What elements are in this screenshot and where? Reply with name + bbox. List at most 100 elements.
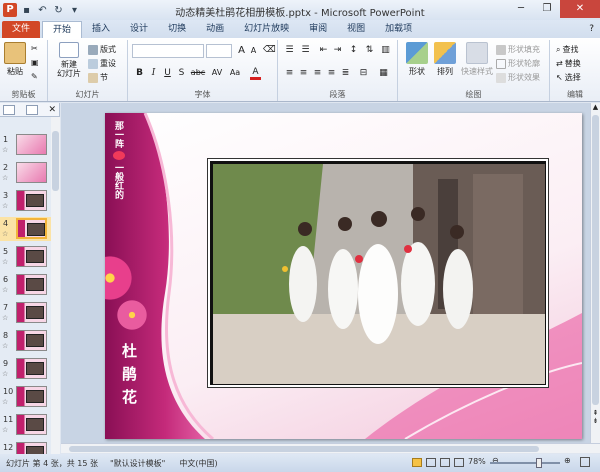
- shape-effects-button[interactable]: 形状效果: [496, 72, 540, 83]
- transition-star-icon: ☆: [2, 286, 9, 294]
- tab-review[interactable]: 审阅: [299, 21, 337, 38]
- prev-slide-icon[interactable]: ⇞: [591, 409, 600, 417]
- drawing-label: 绘图: [465, 90, 482, 99]
- align-center-icon[interactable]: ≡: [298, 68, 309, 78]
- shadow-button[interactable]: S: [176, 68, 187, 78]
- align-right-icon[interactable]: ≡: [312, 68, 323, 78]
- photo-frame[interactable]: [207, 158, 549, 388]
- cut-icon[interactable]: ✂: [31, 44, 38, 53]
- tab-transitions[interactable]: 切换: [158, 21, 196, 38]
- tab-slideshow[interactable]: 幻灯片放映: [234, 21, 299, 38]
- paragraph-label: 段落: [329, 90, 346, 99]
- thumbnail-photo: [26, 362, 44, 375]
- justify-icon[interactable]: ≡: [326, 68, 337, 78]
- smartart-icon[interactable]: ▦: [378, 68, 389, 78]
- tab-insert[interactable]: 插入: [82, 21, 120, 38]
- theme-status[interactable]: "默认设计模板": [110, 458, 165, 469]
- slides-tab-icon[interactable]: [3, 104, 15, 115]
- slide-count-status: 幻灯片 第 4 张，共 15 张: [6, 458, 98, 468]
- zoom-level[interactable]: 78%: [468, 457, 486, 466]
- shape-outline-button[interactable]: 形状轮廓: [496, 58, 540, 69]
- arrange-button[interactable]: 排列: [432, 42, 458, 77]
- change-case-button[interactable]: Aa: [228, 68, 242, 77]
- shape-fill-button[interactable]: 形状填充: [496, 44, 540, 55]
- next-slide-icon[interactable]: ⇟: [591, 417, 600, 425]
- zoom-slider[interactable]: [490, 462, 560, 464]
- font-group: A A ⌫ B I U S abc AV Aa A 字体: [128, 40, 278, 101]
- zoom-slider-knob[interactable]: [536, 458, 542, 468]
- normal-view-icon[interactable]: [412, 458, 422, 467]
- slide-number: 6: [3, 275, 9, 284]
- h-scroll-thumb[interactable]: [69, 446, 539, 452]
- close-button[interactable]: ✕: [560, 0, 600, 18]
- font-size-box[interactable]: [206, 44, 232, 58]
- copy-icon[interactable]: ▣: [31, 58, 39, 67]
- slide-thumbnail-image: [16, 274, 47, 295]
- char-spacing-button[interactable]: AV: [210, 68, 224, 77]
- status-bar: 幻灯片 第 4 张，共 15 张 "默认设计模板" 中文(中国) 78% ⊖ ⊕: [0, 454, 600, 472]
- zoom-in-icon[interactable]: ⊕: [564, 456, 571, 465]
- bullets-icon[interactable]: ☰: [284, 45, 295, 55]
- increase-indent-icon[interactable]: ⇥: [332, 45, 343, 55]
- section-button[interactable]: 节: [88, 72, 108, 83]
- shrink-font-button[interactable]: A: [248, 46, 259, 55]
- grow-font-button[interactable]: A: [236, 45, 247, 56]
- font-color-icon[interactable]: A: [250, 67, 261, 80]
- slideshow-view-icon[interactable]: [454, 458, 464, 467]
- tab-design[interactable]: 设计: [120, 21, 158, 38]
- shapes-button[interactable]: 形状: [404, 42, 430, 77]
- transition-star-icon: ☆: [2, 230, 9, 238]
- quick-styles-button[interactable]: 快速样式: [460, 42, 494, 77]
- sorter-view-icon[interactable]: [426, 458, 436, 467]
- font-name-box[interactable]: [132, 44, 204, 58]
- slides-scrollbar[interactable]: [51, 117, 60, 454]
- reading-view-icon[interactable]: [440, 458, 450, 467]
- slide-number: 10: [3, 387, 14, 396]
- layout-button[interactable]: 版式: [88, 44, 116, 55]
- replace-button[interactable]: ⇄ 替换: [556, 58, 581, 69]
- vertical-scrollbar[interactable]: ▲ ⇞ ⇟: [590, 103, 600, 443]
- help-icon[interactable]: ?: [589, 21, 600, 38]
- tab-addins[interactable]: 加载项: [375, 21, 422, 38]
- paste-button[interactable]: 粘贴: [2, 42, 28, 77]
- scroll-up-icon[interactable]: ▲: [591, 103, 600, 111]
- new-slide-button[interactable]: 新建 幻灯片: [54, 42, 84, 78]
- clear-format-icon[interactable]: ⌫: [263, 45, 276, 55]
- slide-number: 12: [3, 443, 14, 452]
- reset-button[interactable]: 重设: [88, 58, 116, 69]
- line-spacing-icon[interactable]: ↕: [348, 45, 359, 55]
- decrease-indent-icon[interactable]: ⇤: [318, 45, 329, 55]
- outline-tab-icon[interactable]: [25, 104, 38, 115]
- select-button[interactable]: ↖ 选择: [556, 72, 581, 83]
- language-status[interactable]: 中文(中国): [179, 458, 217, 469]
- scroll-thumb[interactable]: [52, 131, 59, 191]
- slide-thumbnail-image: [16, 414, 47, 435]
- italic-button[interactable]: I: [148, 68, 159, 78]
- fit-to-window-icon[interactable]: [580, 457, 590, 467]
- pane-close-icon[interactable]: ✕: [48, 105, 56, 115]
- find-button[interactable]: ⌕ 查找: [556, 44, 578, 55]
- tab-home[interactable]: 开始: [42, 21, 83, 38]
- scroll-thumb-right[interactable]: [592, 115, 599, 405]
- align-text-icon[interactable]: ⊟: [358, 68, 369, 78]
- format-painter-icon[interactable]: ✎: [31, 72, 38, 81]
- shapes-icon: [406, 42, 428, 64]
- thumbnail-photo: [26, 418, 44, 431]
- minimize-button[interactable]: ─: [508, 0, 534, 18]
- slide-number: 2: [3, 163, 9, 172]
- slide-number: 11: [3, 415, 14, 424]
- numbering-icon[interactable]: ☰: [300, 45, 311, 55]
- distribute-icon[interactable]: ≣: [340, 68, 351, 78]
- underline-button[interactable]: U: [162, 68, 173, 78]
- columns-icon[interactable]: ▥: [380, 45, 391, 55]
- strikethrough-button[interactable]: abc: [190, 68, 206, 77]
- maximize-button[interactable]: ❐: [534, 0, 560, 18]
- align-left-icon[interactable]: ≡: [284, 68, 295, 78]
- tab-file[interactable]: 文件: [2, 21, 41, 38]
- bold-button[interactable]: B: [134, 68, 145, 78]
- horizontal-scrollbar[interactable]: [61, 443, 600, 453]
- text-direction-icon[interactable]: ⇅: [364, 45, 375, 55]
- tab-view[interactable]: 视图: [337, 21, 375, 38]
- current-slide[interactable]: 那一阵 一般红的 杜鹃花: [105, 113, 582, 439]
- tab-animations[interactable]: 动画: [196, 21, 234, 38]
